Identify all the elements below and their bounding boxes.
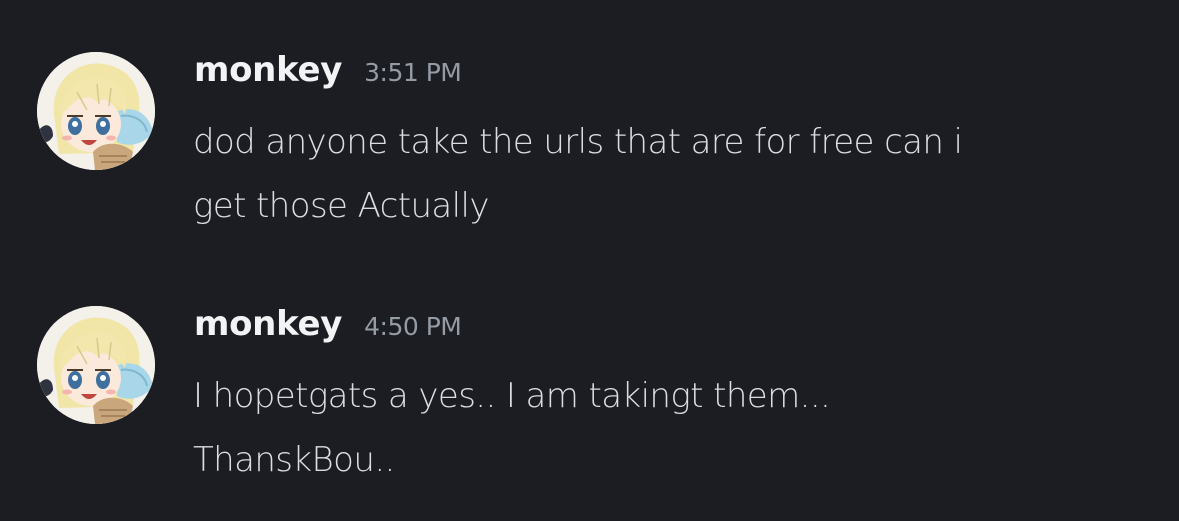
message-text-line: I hopetgats a yes.. I am takingt them... (193, 376, 831, 416)
message-text-line: get those Actually (193, 186, 489, 226)
avatar[interactable] (37, 52, 155, 170)
timestamp[interactable]: 4:50 PM (364, 312, 462, 341)
timestamp[interactable]: 3:51 PM (364, 58, 462, 87)
message-header: monkey 3:51 PM (194, 50, 462, 100)
avatar[interactable] (37, 306, 155, 424)
anime-character-avatar-icon (37, 52, 155, 170)
message-content: dod anyone take the urls that are for fr… (193, 110, 1153, 238)
message-text-line: dod anyone take the urls that are for fr… (193, 122, 963, 162)
message-content: I hopetgats a yes.. I am takingt them...… (193, 364, 1153, 492)
message-text-line: ThanskBou.. (193, 440, 395, 480)
username[interactable]: monkey (194, 50, 342, 90)
username[interactable]: monkey (194, 304, 342, 344)
anime-character-avatar-icon (37, 306, 155, 424)
message-header: monkey 4:50 PM (194, 304, 462, 354)
